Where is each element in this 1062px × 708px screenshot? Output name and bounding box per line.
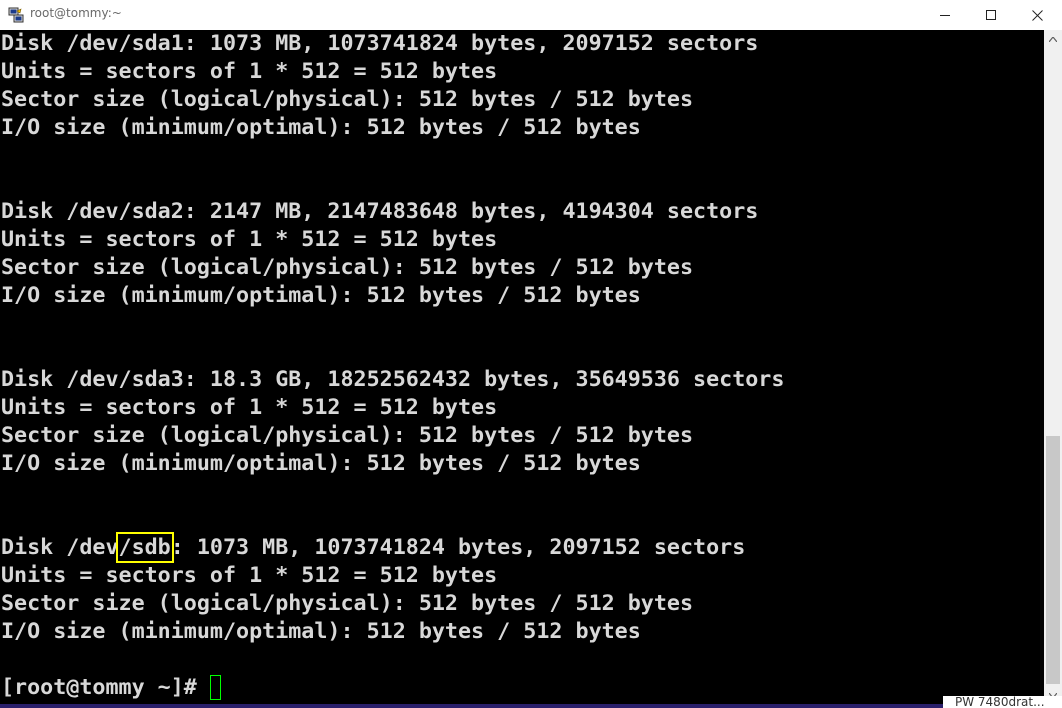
terminal-line: Disk /dev/sda2: 2147 MB, 2147483648 byte… bbox=[1, 199, 759, 224]
terminal-line: I/O size (minimum/optimal): 512 bytes / … bbox=[1, 283, 641, 308]
terminal-line-sdb: Disk /dev/sdb: 1073 MB, 1073741824 bytes… bbox=[1, 532, 746, 563]
terminal-line: I/O size (minimum/optimal): 512 bytes / … bbox=[1, 115, 641, 140]
scroll-up-button[interactable] bbox=[1044, 30, 1062, 48]
window-title: root@tommy:~ bbox=[30, 6, 122, 20]
highlighted-device-name: /sdb bbox=[115, 532, 174, 563]
terminal-line: Disk /dev/sda1: 1073 MB, 1073741824 byte… bbox=[1, 31, 759, 56]
close-button[interactable] bbox=[1014, 0, 1060, 30]
terminal-line: I/O size (minimum/optimal): 512 bytes / … bbox=[1, 451, 641, 476]
terminal-line: Units = sectors of 1 * 512 = 512 bytes bbox=[1, 563, 498, 588]
shell-prompt: [root@tommy ~]# bbox=[1, 675, 210, 700]
shell-prompt-line[interactable]: [root@tommy ~]# bbox=[1, 674, 221, 702]
minimize-icon bbox=[940, 15, 950, 16]
terminal-output[interactable]: Disk /dev/sda1: 1073 MB, 1073741824 byte… bbox=[0, 30, 1044, 704]
sdb-line-prefix: Disk /dev bbox=[1, 535, 119, 560]
sdb-line-suffix: : 1073 MB, 1073741824 bytes, 2097152 sec… bbox=[170, 535, 746, 560]
terminal-line: Disk /dev/sda3: 18.3 GB, 18252562432 byt… bbox=[1, 367, 785, 392]
maximize-icon bbox=[986, 10, 996, 20]
terminal-line: Units = sectors of 1 * 512 = 512 bytes bbox=[1, 227, 498, 252]
background-window-label: PW 7480drat... bbox=[943, 696, 1062, 708]
background-window-edge bbox=[0, 704, 1062, 708]
terminal-line: Sector size (logical/physical): 512 byte… bbox=[1, 87, 694, 112]
text-cursor bbox=[209, 675, 221, 700]
scroll-up-arrow-icon bbox=[1049, 36, 1057, 42]
minimize-button[interactable] bbox=[922, 0, 968, 30]
putty-icon[interactable] bbox=[8, 7, 24, 23]
terminal-line: I/O size (minimum/optimal): 512 bytes / … bbox=[1, 619, 641, 644]
terminal-line: Sector size (logical/physical): 512 byte… bbox=[1, 255, 694, 280]
vertical-scrollbar[interactable] bbox=[1044, 30, 1062, 704]
title-bar[interactable]: root@tommy:~ bbox=[0, 0, 1062, 30]
terminal-line: Units = sectors of 1 * 512 = 512 bytes bbox=[1, 395, 498, 420]
maximize-button[interactable] bbox=[968, 0, 1014, 30]
terminal-line: Sector size (logical/physical): 512 byte… bbox=[1, 423, 694, 448]
close-icon bbox=[1031, 9, 1043, 21]
terminal-line: Units = sectors of 1 * 512 = 512 bytes bbox=[1, 59, 498, 84]
terminal-line: Sector size (logical/physical): 512 byte… bbox=[1, 591, 694, 616]
scroll-thumb[interactable] bbox=[1046, 436, 1060, 684]
